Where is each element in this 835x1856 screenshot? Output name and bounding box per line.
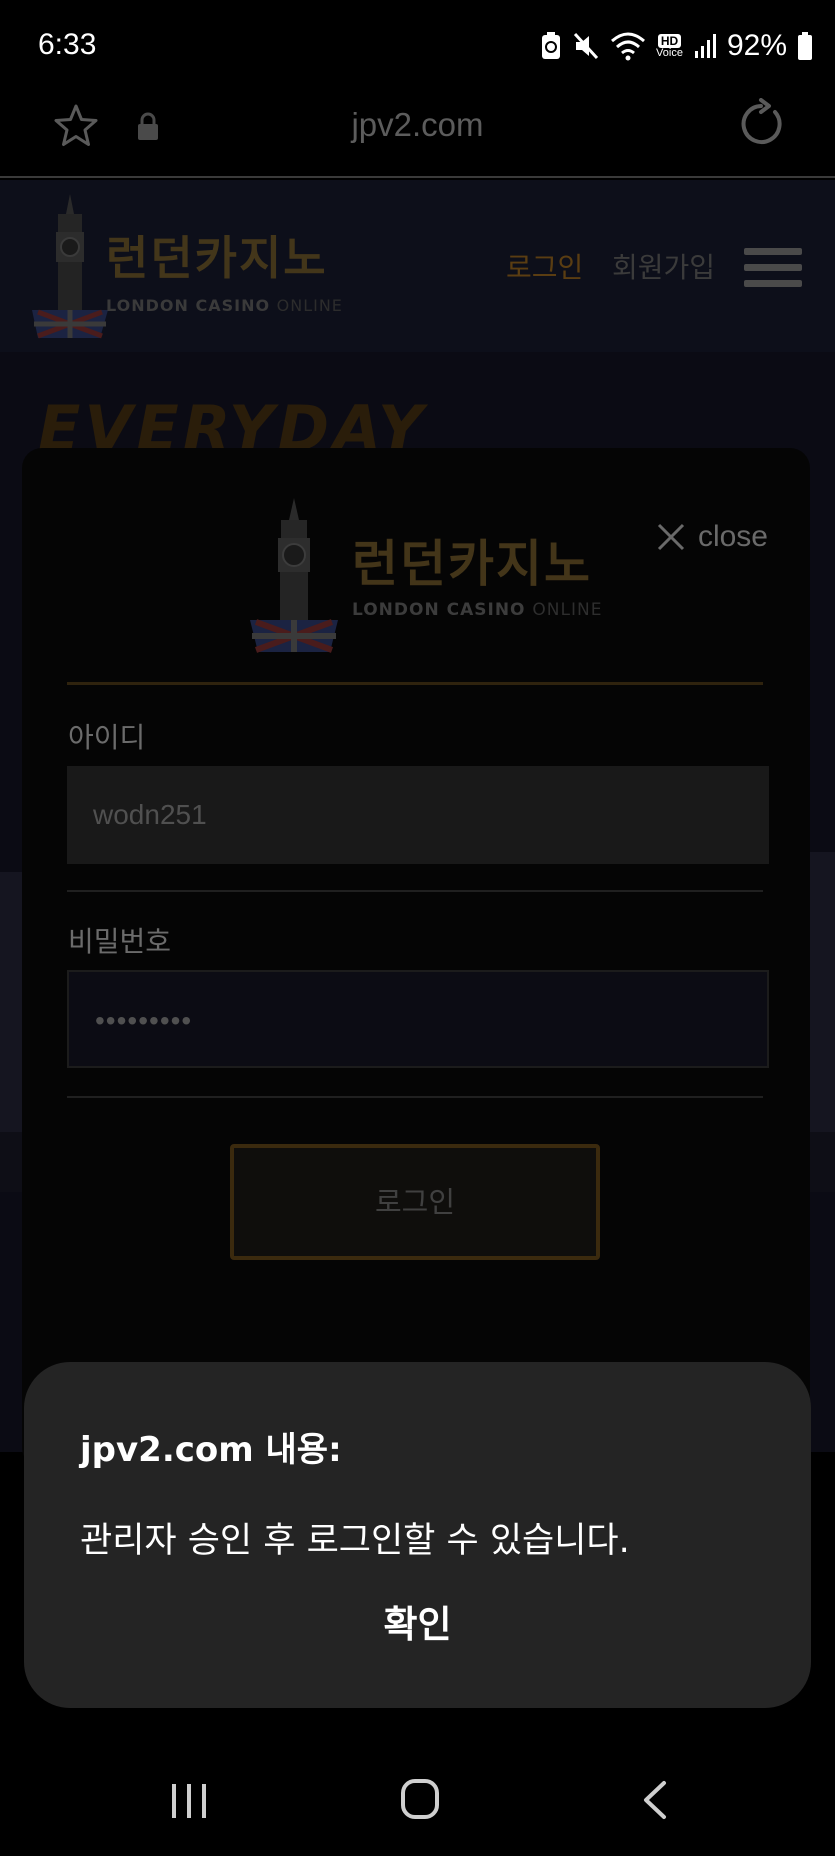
modal-logo: 런던카지노 LONDON CASINO ONLINE [244,496,624,656]
home-icon[interactable] [400,1778,440,1820]
modal-logo-sub-bold: LONDON CASINO [352,600,526,620]
back-icon[interactable] [640,1780,670,1820]
hd-voice-icon: HD Voice [656,33,683,59]
site-logo-sub-bold: LONDON CASINO [106,296,271,315]
big-ben-icon [250,498,338,653]
browser-url-bar: jpv2.com [0,92,835,178]
hamburger-menu-icon[interactable] [744,248,802,288]
site-logo-subtitle: LONDON CASINO ONLINE [106,296,343,315]
site-logo-title: 런던카지노 [106,231,328,285]
status-time: 6:33 [38,28,97,61]
field-divider [67,1096,763,1098]
login-modal: 런던카지노 LONDON CASINO ONLINE close 아이디 wod… [22,448,810,1468]
gold-divider [67,682,763,685]
confirm-button[interactable]: 확인 [24,1594,811,1648]
reload-icon[interactable] [735,98,787,150]
id-input[interactable]: wodn251 [67,766,769,864]
battery-saver-icon [542,32,561,59]
url-text[interactable]: jpv2.com [0,106,835,144]
id-label: 아이디 [68,721,146,754]
voice-label: Voice [656,46,683,59]
status-bar: 6:33 HD Voice 92% [0,0,835,92]
dialog-title: jpv2.com 내용: [80,1430,342,1470]
alert-dialog: jpv2.com 내용: 관리자 승인 후 로그인할 수 있습니다. 확인 [24,1362,811,1708]
nav-login-link[interactable]: 로그인 [506,246,583,286]
login-button[interactable]: 로그인 [230,1144,600,1260]
recents-icon[interactable] [170,1782,208,1820]
battery-percent: 92% [726,29,787,62]
system-nav-bar [0,1740,835,1856]
mute-icon [573,32,599,60]
battery-icon [798,32,812,60]
big-ben-icon [32,194,108,339]
modal-logo-title: 런던카지노 [352,535,592,593]
site-logo[interactable]: 런던카지노 LONDON CASINO ONLINE [28,192,368,342]
site-header: 런던카지노 LONDON CASINO ONLINE 로그인 회원가입 [0,180,835,352]
password-label: 비밀번호 [68,925,172,958]
modal-logo-sub-light: ONLINE [532,600,603,620]
close-label: close [697,520,768,553]
site-logo-sub-light: ONLINE [276,296,343,315]
hd-label: HD [657,33,682,48]
modal-logo-subtitle: LONDON CASINO ONLINE [352,600,602,620]
status-icons: HD Voice 92% [540,26,813,66]
close-button[interactable]: close [656,520,768,554]
wifi-icon [611,32,646,61]
password-input[interactable]: ••••••••• [67,970,769,1068]
signal-icon [694,34,716,58]
dialog-message: 관리자 승인 후 로그인할 수 있습니다. [80,1521,630,1561]
nav-signup-link[interactable]: 회원가입 [612,246,715,286]
close-icon [657,523,685,551]
field-divider [67,890,763,892]
